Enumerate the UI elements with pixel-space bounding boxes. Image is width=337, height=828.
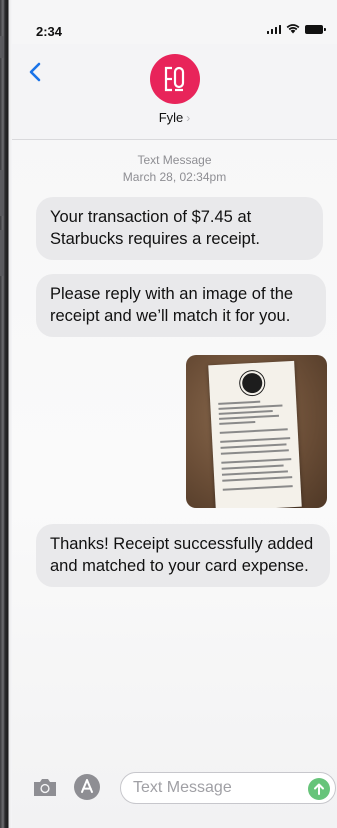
camera-icon xyxy=(34,779,56,796)
message-composer xyxy=(12,764,337,828)
chevron-right-icon: › xyxy=(186,111,191,125)
contact-name: Fyle xyxy=(158,110,184,125)
message-type-label: Text Message xyxy=(137,153,212,167)
message-timestamp: March 28, 02:34pm xyxy=(122,170,227,184)
conversation-header: Fyle › xyxy=(12,44,337,140)
received-message[interactable]: Your transaction of $7.45 at Starbucks r… xyxy=(36,197,323,260)
phone-frame xyxy=(0,0,12,828)
side-button xyxy=(0,230,4,276)
side-button xyxy=(0,170,4,216)
back-button[interactable] xyxy=(24,60,48,84)
status-icons xyxy=(266,24,326,34)
received-message[interactable]: Please reply with an image of the receip… xyxy=(36,274,326,337)
message-input-box[interactable] xyxy=(120,772,336,804)
sent-receipt-image[interactable] xyxy=(186,355,327,508)
status-bar: 2:34 xyxy=(12,0,337,44)
app-store-button[interactable] xyxy=(74,774,100,800)
send-button[interactable] xyxy=(308,778,330,800)
received-message[interactable]: Thanks! Receipt successfully added and m… xyxy=(36,524,330,587)
wifi-icon xyxy=(286,24,300,34)
camera-button[interactable] xyxy=(32,776,58,798)
arrow-up-icon xyxy=(314,783,324,795)
chevron-left-icon xyxy=(29,62,41,82)
starbucks-logo-icon xyxy=(239,370,265,396)
message-input[interactable] xyxy=(121,773,291,803)
receipt-photo xyxy=(208,360,302,508)
fyle-logo-icon xyxy=(164,66,184,92)
app-store-icon xyxy=(81,779,93,793)
messages-screen: 2:34 Fyle › Text Message March 28, 02:34… xyxy=(12,0,337,828)
contact-name-button[interactable]: Fyle › xyxy=(12,110,337,125)
cellular-signal-icon xyxy=(266,24,281,34)
battery-icon xyxy=(305,24,326,34)
contact-avatar[interactable] xyxy=(149,54,200,104)
message-meta: Text Message March 28, 02:34pm xyxy=(12,152,337,186)
side-button xyxy=(0,36,4,58)
status-time: 2:34 xyxy=(36,24,63,39)
